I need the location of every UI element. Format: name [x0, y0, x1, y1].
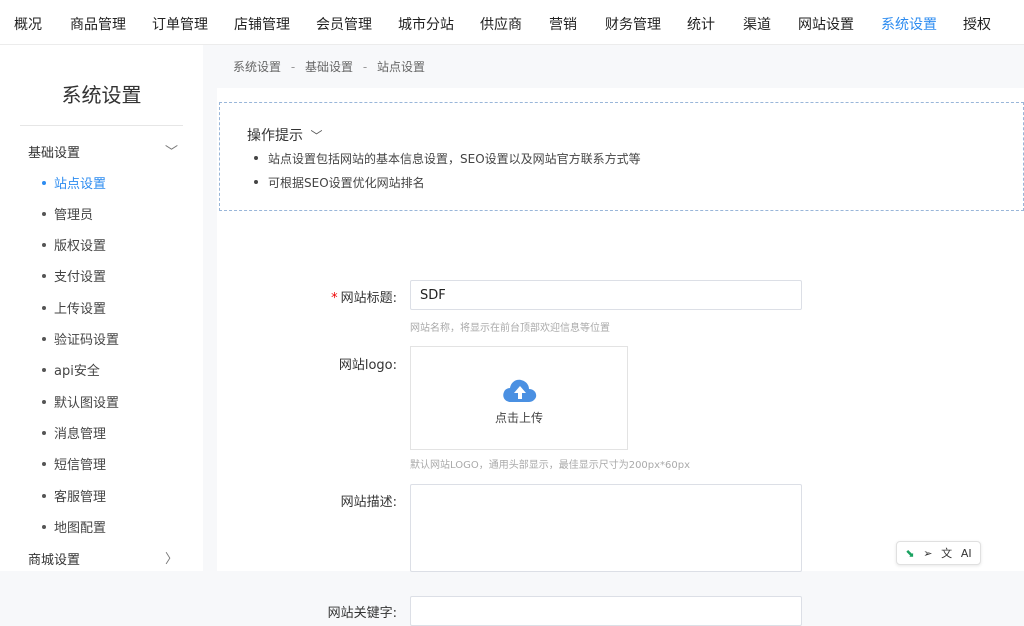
bullet-icon	[42, 305, 46, 310]
tips-item-text: 可根据SEO设置优化网站排名	[268, 176, 425, 190]
sidebar-item-messages[interactable]: 消息管理	[42, 423, 106, 442]
sidebar-item-label: api安全	[54, 364, 100, 379]
ai-button[interactable]: AI	[961, 547, 972, 560]
bullet-icon	[254, 155, 258, 160]
site-logo-label: 网站logo:	[338, 358, 397, 373]
nav-item-license[interactable]: 授权	[963, 14, 991, 34]
top-nav: 概况 商品管理 订单管理 店铺管理 会员管理 城市分站 供应商 营销 财务管理 …	[0, 0, 1024, 45]
tips-title: 操作提示	[247, 128, 303, 144]
sidebar-item-upload[interactable]: 上传设置	[42, 298, 106, 317]
bullet-icon	[42, 242, 46, 247]
nav-item-channels[interactable]: 渠道	[743, 14, 771, 34]
tips-item: 可根据SEO设置优化网站排名	[254, 174, 425, 191]
sidebar-item-label: 客服管理	[54, 490, 107, 505]
chevron-down-icon: ﹀	[310, 129, 323, 143]
chevron-down-icon: ﹀	[164, 145, 178, 160]
nav-item-orders[interactable]: 订单管理	[152, 14, 208, 34]
nav-item-city-stations[interactable]: 城市分站	[398, 14, 454, 34]
bullet-icon	[42, 336, 46, 341]
nav-item-members[interactable]: 会员管理	[316, 14, 372, 34]
site-description-label: 网站描述:	[340, 495, 397, 510]
bullet-icon	[42, 211, 46, 216]
nav-item-suppliers[interactable]: 供应商	[480, 14, 522, 34]
sidebar-item-label: 上传设置	[54, 302, 107, 317]
site-keywords-input[interactable]	[410, 596, 802, 626]
send-icon[interactable]: ➢	[923, 547, 932, 560]
breadcrumb: 系统设置 - 基础设置 - 站点设置	[233, 58, 431, 75]
sidebar-item-api-security[interactable]: api安全	[42, 360, 100, 379]
pin-icon[interactable]: ⬊	[905, 547, 914, 560]
breadcrumb-separator: -	[290, 60, 296, 74]
main-area: 系统设置 - 基础设置 - 站点设置 操作提示 ﹀ 站点设置包括网站的基本信息设…	[203, 45, 1024, 626]
upload-label: 点击上传	[494, 411, 543, 425]
bullet-icon	[42, 180, 46, 185]
nav-item-overview[interactable]: 概况	[14, 14, 42, 34]
required-mark: *	[331, 291, 338, 306]
sidebar-group-basic-settings[interactable]: 基础设置 ﹀	[28, 142, 178, 161]
sidebar-item-label: 地图配置	[54, 521, 107, 536]
site-keywords-label: 网站关键字:	[327, 606, 397, 621]
sidebar-item-admins[interactable]: 管理员	[42, 204, 93, 223]
site-title-label: * 网站标题:	[217, 287, 397, 306]
bullet-icon	[42, 524, 46, 529]
site-title-hint: 网站名称，将显示在前台顶部欢迎信息等位置	[410, 323, 610, 334]
nav-item-marketing[interactable]: 营销	[549, 14, 577, 34]
tips-box: 操作提示 ﹀ 站点设置包括网站的基本信息设置，SEO设置以及网站官方联系方式等 …	[219, 102, 1024, 211]
sidebar-item-captcha[interactable]: 验证码设置	[42, 329, 119, 348]
breadcrumb-level2[interactable]: 基础设置	[305, 60, 353, 74]
sidebar-group-mall-settings[interactable]: 商城设置 〉	[28, 549, 178, 568]
site-description-textarea[interactable]	[410, 484, 802, 572]
sidebar-item-label: 验证码设置	[54, 333, 120, 348]
sidebar-item-customer-service[interactable]: 客服管理	[42, 486, 106, 505]
sidebar-item-site-settings[interactable]: 站点设置	[42, 173, 106, 192]
sidebar-item-map-config[interactable]: 地图配置	[42, 517, 106, 536]
sidebar-item-copyright[interactable]: 版权设置	[42, 235, 106, 254]
bullet-icon	[254, 179, 258, 184]
sidebar-item-label: 默认图设置	[54, 396, 120, 411]
tips-item-text: 站点设置包括网站的基本信息设置，SEO设置以及网站官方联系方式等	[268, 152, 641, 166]
cloud-upload-icon	[503, 379, 537, 402]
floating-toolbar: ⬊ ➢ 文 AI	[896, 541, 981, 565]
breadcrumb-separator: -	[362, 60, 368, 74]
tips-item: 站点设置包括网站的基本信息设置，SEO设置以及网站官方联系方式等	[254, 150, 641, 167]
nav-item-site-settings[interactable]: 网站设置	[798, 14, 854, 34]
sidebar-divider	[20, 125, 183, 126]
nav-item-stores[interactable]: 店铺管理	[234, 14, 290, 34]
sidebar-item-label: 消息管理	[54, 427, 107, 442]
sidebar: 系统设置 基础设置 ﹀ 站点设置 管理员 版权设置 支付设置 上传设置 验证码设…	[0, 45, 203, 571]
site-title-input[interactable]	[410, 280, 802, 310]
sidebar-title: 系统设置	[61, 83, 142, 107]
nav-item-products[interactable]: 商品管理	[70, 14, 126, 34]
bullet-icon	[42, 399, 46, 404]
sidebar-group-label: 商城设置	[28, 553, 81, 568]
sidebar-item-label: 支付设置	[54, 270, 107, 285]
sidebar-item-default-image[interactable]: 默认图设置	[42, 392, 119, 411]
sidebar-item-label: 短信管理	[54, 458, 107, 473]
logo-upload-area[interactable]: 点击上传	[410, 346, 628, 450]
bullet-icon	[42, 273, 46, 278]
sidebar-item-label: 版权设置	[54, 239, 107, 254]
translate-icon[interactable]: 文	[941, 545, 952, 561]
bullet-icon	[42, 430, 46, 435]
nav-item-statistics[interactable]: 统计	[687, 14, 715, 34]
breadcrumb-level3: 站点设置	[377, 60, 426, 74]
sidebar-item-sms[interactable]: 短信管理	[42, 454, 106, 473]
tips-toggle[interactable]: 操作提示 ﹀	[247, 125, 322, 145]
sidebar-item-label: 管理员	[54, 208, 94, 223]
nav-item-system-settings[interactable]: 系统设置	[881, 14, 937, 34]
bullet-icon	[42, 461, 46, 466]
sidebar-group-label: 基础设置	[28, 146, 81, 161]
logo-hint: 默认网站LOGO，通用头部显示，最佳显示尺寸为200px*60px	[410, 460, 691, 471]
sidebar-item-payment[interactable]: 支付设置	[42, 266, 106, 285]
chevron-right-icon: 〉	[164, 552, 178, 567]
breadcrumb-level1[interactable]: 系统设置	[233, 60, 281, 74]
bullet-icon	[42, 367, 46, 372]
nav-item-finance[interactable]: 财务管理	[605, 14, 661, 34]
content-panel: 操作提示 ﹀ 站点设置包括网站的基本信息设置，SEO设置以及网站官方联系方式等 …	[217, 88, 1024, 626]
bullet-icon	[42, 493, 46, 498]
sidebar-item-label: 站点设置	[54, 177, 107, 192]
site-title-label-text: 网站标题:	[340, 291, 397, 306]
